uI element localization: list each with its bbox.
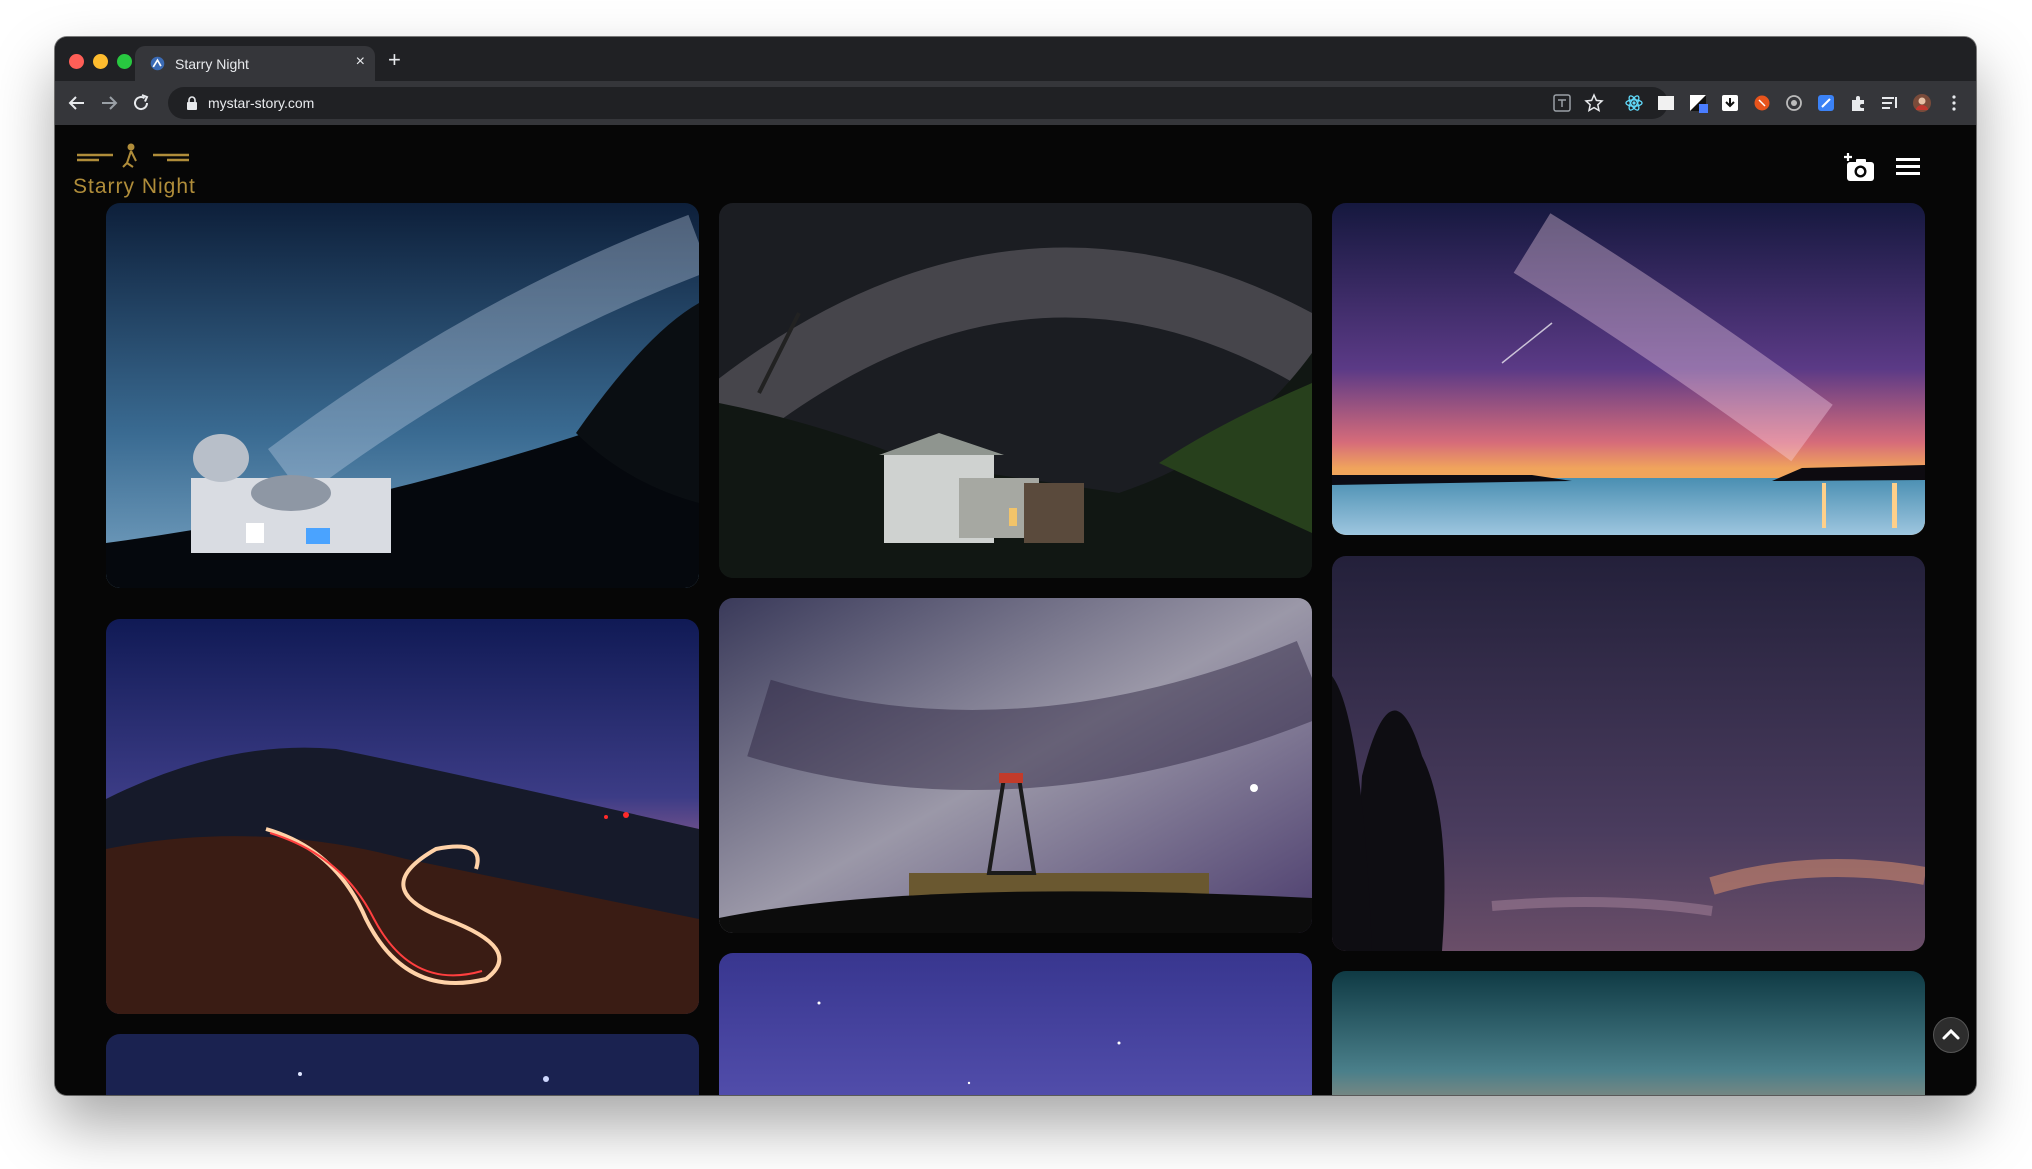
react-devtools-icon[interactable]	[1623, 92, 1645, 114]
extension-diagonal-icon[interactable]	[1687, 92, 1709, 114]
extension-square-icon[interactable]	[1655, 92, 1677, 114]
extension-circle-icon[interactable]	[1783, 92, 1805, 114]
reload-icon[interactable]	[129, 91, 153, 115]
close-window-button[interactable]	[69, 54, 84, 69]
tower-milky-way-photo[interactable]	[719, 598, 1312, 933]
page-content: Starry Night	[55, 125, 1976, 1095]
new-tab-button[interactable]: +	[388, 47, 401, 73]
lake-sunset-milky-way-photo[interactable]	[1332, 203, 1925, 535]
extension-download-icon[interactable]	[1719, 92, 1741, 114]
add-photo-icon[interactable]	[1841, 149, 1877, 185]
minimize-window-button[interactable]	[93, 54, 108, 69]
tab-starry-night[interactable]: Starry Night ×	[135, 46, 375, 81]
more-menu-icon[interactable]	[1943, 92, 1965, 114]
extensions-puzzle-icon[interactable]	[1847, 92, 1869, 114]
browser-window: Starry Night × + mystar-story.com Starry…	[55, 37, 1976, 1095]
hamburger-menu-icon[interactable]	[1895, 155, 1921, 177]
mountain-road-image	[106, 619, 699, 1014]
bookmark-star-icon[interactable]	[1583, 92, 1605, 114]
reading-list-icon[interactable]	[1879, 92, 1901, 114]
profile-avatar-icon[interactable]	[1911, 92, 1933, 114]
teal-dusk-sky-photo[interactable]	[1332, 971, 1925, 1095]
back-arrow-icon[interactable]	[65, 91, 89, 115]
chevron-up-icon	[1942, 1028, 1960, 1040]
tower-milky-way-image	[719, 598, 1312, 933]
lock-icon	[187, 96, 197, 110]
extension-orange-icon[interactable]	[1751, 92, 1773, 114]
observatory-milky-way-photo[interactable]	[106, 203, 699, 588]
favicon-icon	[150, 56, 165, 71]
blue-starry-sky-photo-center[interactable]	[719, 953, 1312, 1095]
logo-text: Starry Night	[73, 175, 196, 198]
tab-close-button[interactable]: ×	[356, 53, 365, 71]
tab-strip: Starry Night × +	[55, 37, 1976, 81]
observatory-milky-way-image	[106, 203, 699, 588]
url-text: mystar-story.com	[208, 95, 315, 111]
forward-arrow-icon[interactable]	[97, 91, 121, 115]
house-milky-way-arc-photo[interactable]	[719, 203, 1312, 578]
blue-starry-sky-image-left	[106, 1034, 699, 1095]
mountain-road-light-trails-photo[interactable]	[106, 619, 699, 1014]
extension-blue-icon[interactable]	[1815, 92, 1837, 114]
house-milky-way-image	[719, 203, 1312, 578]
fullscreen-window-button[interactable]	[117, 54, 132, 69]
blue-starry-sky-photo-left[interactable]	[106, 1034, 699, 1095]
teal-dusk-sky-image	[1332, 971, 1925, 1095]
blue-starry-sky-image-center	[719, 953, 1312, 1095]
tab-title: Starry Night	[175, 56, 249, 72]
tree-silhouette-image	[1332, 556, 1925, 951]
browser-toolbar: mystar-story.com	[55, 81, 1976, 125]
lake-sunset-image	[1332, 203, 1925, 535]
translate-icon[interactable]	[1551, 92, 1573, 114]
scroll-to-top-button[interactable]	[1933, 1017, 1969, 1053]
address-bar[interactable]: mystar-story.com	[168, 87, 1668, 119]
tree-silhouette-night-sky-photo[interactable]	[1332, 556, 1925, 951]
